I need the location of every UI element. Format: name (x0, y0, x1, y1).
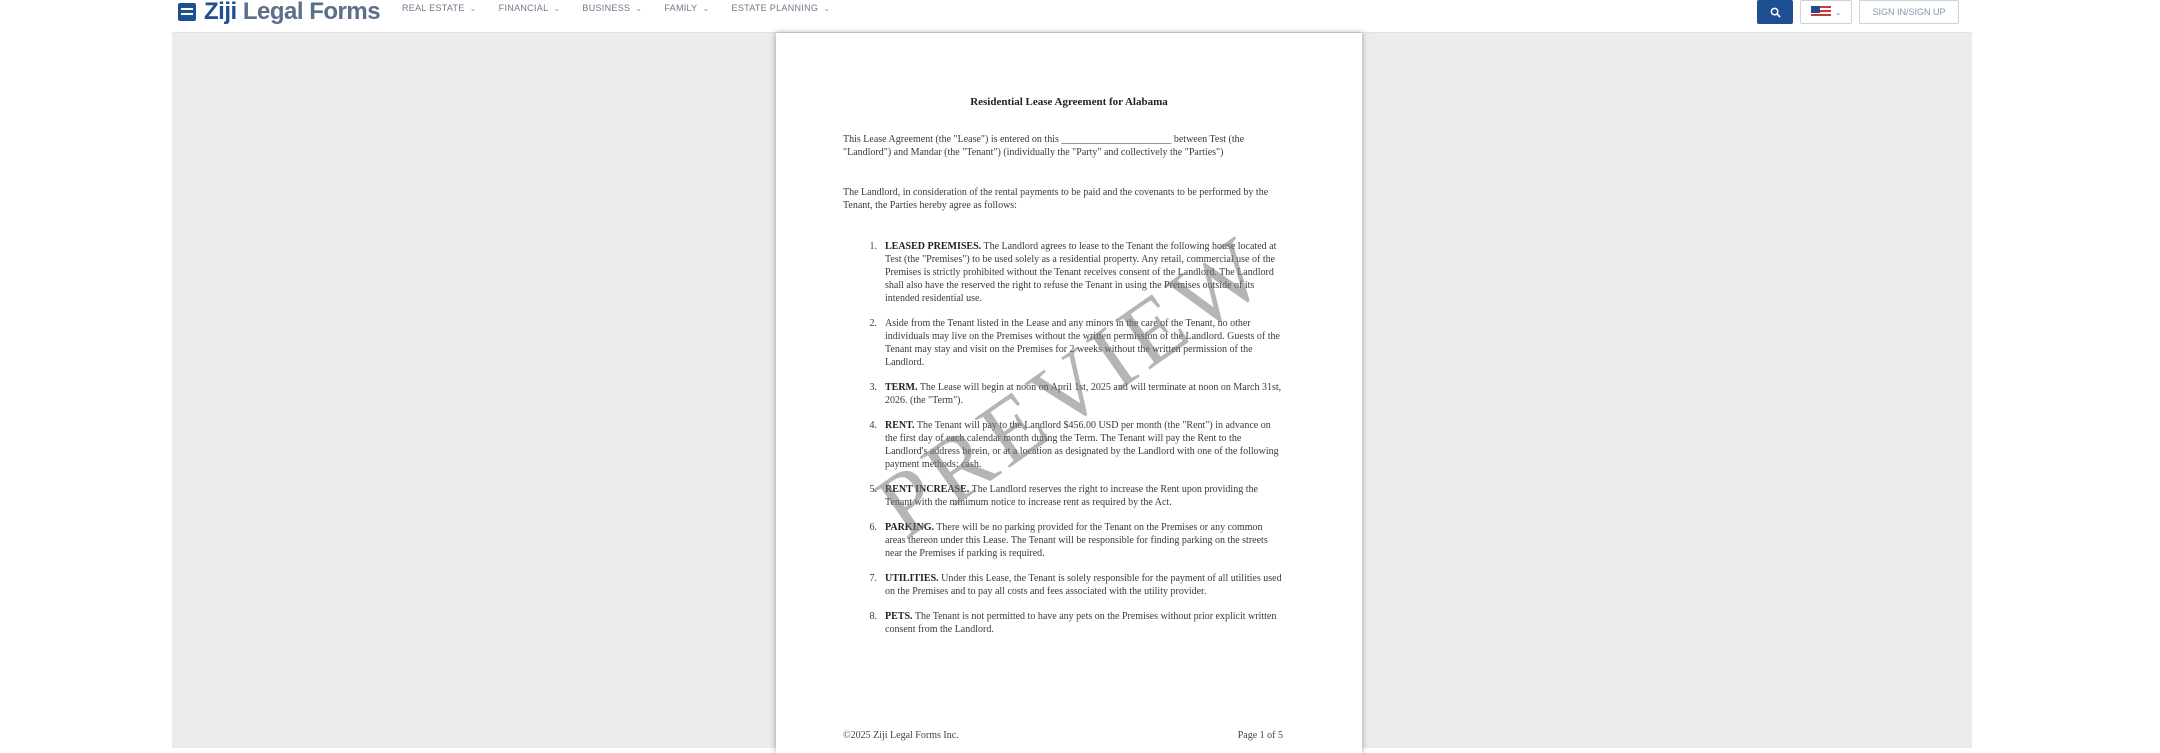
signin-signup-button[interactable]: SIGN IN/SIGN UP (1859, 0, 1959, 24)
site-logo[interactable]: Ziji Legal Forms (178, 0, 381, 26)
clause-text: PETS. The Tenant is not permitted to hav… (885, 610, 1283, 636)
nav-business[interactable]: BUSINESS ⌄ (582, 3, 642, 13)
clause-item: 2. Aside from the Tenant listed in the Le… (843, 317, 1283, 369)
nav-label: FAMILY (664, 3, 698, 13)
language-selector[interactable]: ⌄ (1800, 0, 1852, 24)
clause-item: 7. UTILITIES. Under this Lease, the Tenan… (843, 572, 1283, 598)
document-preview-page: Residential Lease Agreement for Alabama … (776, 33, 1362, 753)
clause-text: Aside from the Tenant listed in the Leas… (885, 317, 1283, 369)
document-footer: ©2025 Ziji Legal Forms Inc. Page 1 of 5 (843, 730, 1283, 741)
search-icon (1770, 7, 1781, 18)
clause-item: 8. PETS. The Tenant is not permitted to h… (843, 610, 1283, 636)
clause-heading: PETS. (885, 611, 913, 622)
clause-body: Aside from the Tenant listed in the Leas… (885, 318, 1280, 368)
nav-financial[interactable]: FINANCIAL ⌄ (499, 3, 561, 13)
clause-number: 1. (869, 241, 878, 252)
clause-heading: RENT INCREASE. (885, 484, 970, 495)
clause-number: 2. (869, 318, 878, 329)
clause-text: RENT. The Tenant will pay to the Landlor… (885, 419, 1283, 471)
nav-label: FINANCIAL (498, 3, 549, 13)
clause-item: 1. LEASED PREMISES. The Landlord agrees t… (843, 240, 1283, 305)
logo-bold-text: Ziji (204, 0, 237, 25)
clause-number: 6. (869, 522, 878, 533)
search-button[interactable] (1757, 0, 1793, 24)
clause-item: 4. RENT. The Tenant will pay to the Landl… (843, 419, 1283, 471)
clause-text: LEASED PREMISES. The Landlord agrees to … (885, 240, 1283, 305)
chevron-down-icon: ⌄ (553, 3, 561, 13)
clause-heading: UTILITIES. (885, 573, 939, 584)
chevron-down-icon: ⌄ (635, 3, 643, 13)
intro-paragraph: This Lease Agreement (the "Lease") is en… (843, 134, 1245, 158)
chevron-down-icon: ⌄ (1834, 7, 1842, 17)
clause-heading: PARKING. (885, 522, 934, 533)
clause-item: 6. PARKING. There will be no parking prov… (843, 521, 1283, 560)
footer-copyright: ©2025 Ziji Legal Forms Inc. (843, 730, 959, 741)
nav-label: ESTATE PLANNING (731, 3, 819, 13)
clause-heading: RENT. (885, 420, 915, 431)
app-window: Ziji Legal Forms REAL ESTATE ⌄ FINANCIAL ⌄… (172, 0, 1972, 753)
logo-text: Ziji Legal Forms (204, 0, 381, 26)
logo-rest-text: Legal Forms (236, 0, 381, 25)
document-logo-icon (178, 3, 196, 21)
clause-number: 4. (869, 420, 878, 431)
clause-text: PARKING. There will be no parking provid… (885, 521, 1283, 560)
clause-body: Under this Lease, the Tenant is solely r… (885, 573, 1282, 597)
main-nav: REAL ESTATE ⌄ FINANCIAL ⌄ BUSINESS ⌄ FAMILY… (402, 3, 852, 13)
clause-body: The Tenant is not permitted to have any … (885, 611, 1277, 635)
nav-label: BUSINESS (582, 3, 631, 13)
chevron-down-icon: ⌄ (702, 3, 710, 13)
nav-family[interactable]: FAMILY ⌄ (664, 3, 709, 13)
clause-text: UTILITIES. Under this Lease, the Tenant … (885, 572, 1283, 598)
clause-item: 5. RENT INCREASE. The Landlord reserves t… (843, 483, 1283, 509)
clause-number: 7. (869, 573, 878, 584)
clause-body: The Tenant will pay to the Landlord $456… (885, 420, 1279, 470)
clause-number: 8. (869, 611, 878, 622)
chevron-down-icon: ⌄ (823, 3, 831, 13)
document-title: Residential Lease Agreement for Alabama (970, 96, 1168, 108)
nav-estate-planning[interactable]: ESTATE PLANNING ⌄ (732, 3, 831, 13)
clause-heading: LEASED PREMISES. (885, 241, 982, 252)
clause-number: 3. (869, 382, 878, 393)
preamble-paragraph: The Landlord, in consideration of the re… (843, 187, 1269, 211)
top-navbar: Ziji Legal Forms REAL ESTATE ⌄ FINANCIAL ⌄… (172, 0, 1972, 33)
chevron-down-icon: ⌄ (469, 3, 477, 13)
clause-text: TERM. The Lease will begin at noon on Ap… (885, 381, 1283, 407)
page-indicator: Page 1 of 5 (1237, 730, 1283, 741)
clause-list: 1. LEASED PREMISES. The Landlord agrees t… (843, 240, 1283, 648)
us-flag-icon (1810, 6, 1831, 18)
clause-heading: TERM. (885, 382, 918, 393)
clause-body: The Lease will begin at noon on April 1s… (885, 382, 1282, 406)
clause-item: 3. TERM. The Lease will begin at noon on … (843, 381, 1283, 407)
clause-number: 5. (869, 484, 878, 495)
clause-text: RENT INCREASE. The Landlord reserves the… (885, 483, 1283, 509)
nav-real-estate[interactable]: REAL ESTATE ⌄ (402, 3, 477, 13)
clause-body: There will be no parking provided for th… (885, 522, 1268, 559)
nav-label: REAL ESTATE (402, 3, 465, 13)
